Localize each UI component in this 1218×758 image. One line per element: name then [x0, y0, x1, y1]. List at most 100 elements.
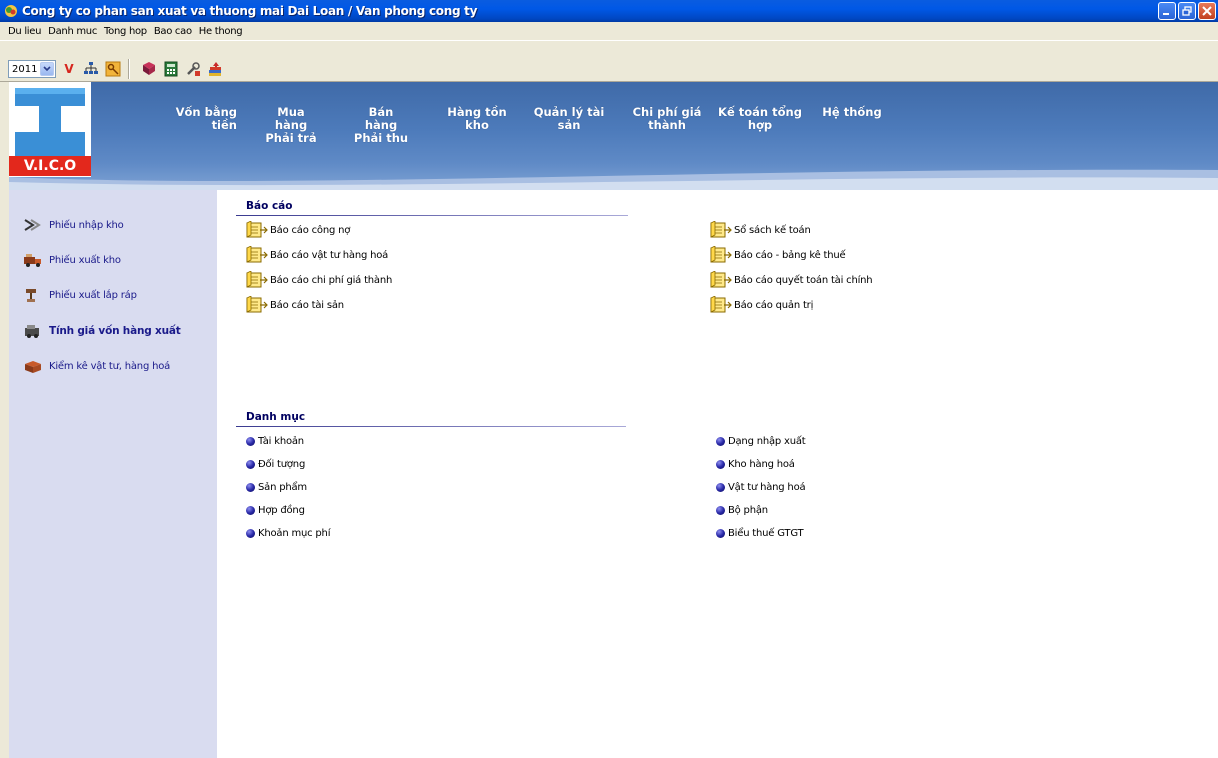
v-icon[interactable]: V: [60, 60, 78, 78]
inventory-box-icon: [23, 358, 43, 374]
sidebar-item-phieu-nhap-kho[interactable]: Phiếu nhập kho: [23, 217, 124, 233]
calculator-icon[interactable]: [162, 60, 180, 78]
arrow-in-icon: [23, 217, 43, 233]
menu-tong-hop[interactable]: Tong hop: [104, 26, 147, 37]
report-link-label: Sổ sách kế toán: [734, 224, 811, 236]
sidebar-item-label: Phiếu xuất lắp ráp: [49, 289, 137, 301]
report-link[interactable]: Báo cáo - bảng kê thuế: [710, 245, 846, 264]
nav-ban-hang[interactable]: Bán hàng Phải thu: [351, 106, 411, 145]
category-link[interactable]: Đối tượng: [246, 459, 305, 470]
bullet-icon: [246, 483, 255, 492]
categories-divider: [236, 426, 626, 427]
category-link[interactable]: Hợp đồng: [246, 505, 305, 516]
window-title: Cong ty co phan san xuat va thuong mai D…: [22, 4, 478, 18]
report-link-label: Báo cáo chi phí giá thành: [270, 274, 393, 286]
logo-text: V.I.C.O: [9, 156, 91, 176]
category-link[interactable]: Sản phẩm: [246, 482, 307, 493]
category-link[interactable]: Khoản mục phí: [246, 528, 330, 539]
report-link-label: Báo cáo quản trị: [734, 299, 814, 311]
book-icon[interactable]: [140, 60, 158, 78]
category-link[interactable]: Biểu thuế GTGT: [716, 528, 804, 539]
report-link[interactable]: Báo cáo quản trị: [710, 295, 814, 314]
category-link-label: Biểu thuế GTGT: [728, 528, 804, 539]
category-link-label: Kho hàng hoá: [728, 459, 795, 470]
bullet-icon: [716, 483, 725, 492]
category-link-label: Hợp đồng: [258, 505, 305, 516]
report-folder-icon: [246, 295, 268, 314]
truck-icon: [23, 252, 43, 268]
bullet-icon: [716, 506, 725, 515]
report-link[interactable]: Báo cáo quyết toán tài chính: [710, 270, 873, 289]
books-stack-icon[interactable]: [206, 60, 224, 78]
menu-du-lieu[interactable]: Du lieu: [8, 26, 41, 37]
category-link[interactable]: Dạng nhập xuất: [716, 436, 806, 447]
category-link[interactable]: Bộ phận: [716, 505, 768, 516]
minimize-button[interactable]: [1158, 2, 1176, 20]
report-folder-icon: [246, 270, 268, 289]
category-link[interactable]: Vật tư hàng hoá: [716, 482, 806, 493]
category-link[interactable]: Kho hàng hoá: [716, 459, 795, 470]
nav-ke-toan-tong-hop[interactable]: Kế toán tổng hợp: [715, 106, 805, 132]
sidebar-item-label: Phiếu xuất kho: [49, 254, 121, 266]
sidebar-item-tinh-gia-von[interactable]: Tính giá vốn hàng xuất: [23, 323, 181, 339]
category-link[interactable]: Tài khoản: [246, 436, 304, 447]
nav-he-thong[interactable]: Hệ thống: [817, 106, 887, 119]
report-link-label: Báo cáo quyết toán tài chính: [734, 274, 873, 286]
menu-bao-cao[interactable]: Bao cao: [154, 26, 192, 37]
sidebar-item-kiem-ke[interactable]: Kiểm kê vật tư, hàng hoá: [23, 358, 170, 374]
logo: V.I.C.O: [9, 82, 91, 177]
report-link[interactable]: Báo cáo công nợ: [246, 220, 351, 239]
report-link-label: Báo cáo tài sản: [270, 299, 344, 311]
sidebar-item-phieu-xuat-lap-rap[interactable]: Phiếu xuất lắp ráp: [23, 287, 137, 303]
report-link[interactable]: Báo cáo chi phí giá thành: [246, 270, 393, 289]
menu-danh-muc[interactable]: Danh muc: [48, 26, 97, 37]
report-folder-icon: [246, 220, 268, 239]
sidebar-item-phieu-xuat-kho[interactable]: Phiếu xuất kho: [23, 252, 121, 268]
report-link[interactable]: Sổ sách kế toán: [710, 220, 811, 239]
category-link-label: Đối tượng: [258, 459, 306, 470]
nav-quan-ly-tai-san[interactable]: Quản lý tài sản: [529, 106, 609, 132]
tools-icon[interactable]: [184, 60, 202, 78]
report-link-label: Báo cáo - bảng kê thuế: [734, 249, 846, 261]
app-icon: [3, 3, 19, 19]
toolbar: 2011 V: [0, 40, 1218, 82]
bullet-icon: [246, 437, 255, 446]
bullet-icon: [716, 437, 725, 446]
reports-divider: [236, 215, 628, 216]
sidebar-item-label: Phiếu nhập kho: [49, 219, 124, 231]
report-link-label: Báo cáo vật tư hàng hoá: [270, 249, 389, 261]
report-folder-icon: [710, 245, 732, 264]
report-folder-icon: [710, 220, 732, 239]
category-link-label: Khoản mục phí: [258, 528, 331, 539]
vico-logo-icon: [9, 82, 91, 156]
category-link-label: Dạng nhập xuất: [728, 436, 806, 447]
restore-button[interactable]: [1178, 2, 1196, 20]
menu-bar: Du lieu Danh muc Tong hop Bao cao He tho…: [0, 22, 1218, 40]
menu-he-thong[interactable]: He thong: [199, 26, 243, 37]
report-folder-icon: [710, 295, 732, 314]
category-link-label: Vật tư hàng hoá: [728, 482, 806, 493]
year-select[interactable]: 2011: [8, 60, 56, 78]
nav-chi-phi-gia-thanh[interactable]: Chi phí giá thành: [627, 106, 707, 132]
banner-wave-background: [9, 169, 1218, 190]
report-link[interactable]: Báo cáo vật tư hàng hoá: [246, 245, 389, 264]
nav-mua-hang[interactable]: Mua hàng Phải trả: [261, 106, 321, 145]
left-sidebar: [9, 190, 217, 758]
report-link-label: Báo cáo công nợ: [270, 224, 351, 236]
nav-von-bang-tien[interactable]: Vốn bằng tiền: [173, 106, 237, 132]
report-link[interactable]: Báo cáo tài sản: [246, 295, 344, 314]
close-button[interactable]: [1198, 2, 1216, 20]
network-icon[interactable]: [82, 60, 100, 78]
reports-section-title: Báo cáo: [246, 200, 293, 212]
key-icon[interactable]: [104, 60, 122, 78]
report-folder-icon: [710, 270, 732, 289]
sidebar-item-label: Tính giá vốn hàng xuất: [49, 325, 181, 337]
year-value: 2011: [12, 63, 38, 75]
report-folder-icon: [246, 245, 268, 264]
nav-hang-ton-kho[interactable]: Hàng tồn kho: [447, 106, 507, 132]
category-link-label: Bộ phận: [728, 505, 768, 516]
bullet-icon: [716, 460, 725, 469]
chevron-down-icon[interactable]: [40, 62, 54, 76]
categories-section-title: Danh mục: [246, 411, 306, 423]
category-link-label: Sản phẩm: [258, 482, 307, 493]
